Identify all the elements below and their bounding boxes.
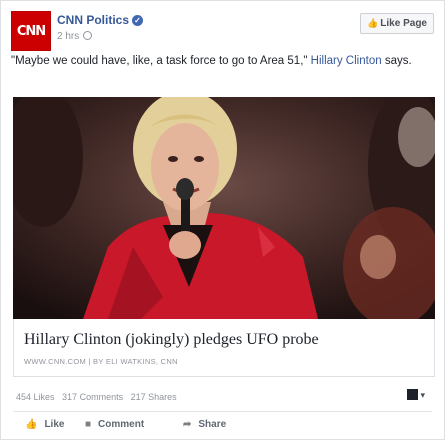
share-button[interactable]: ➦ Share: [183, 419, 226, 430]
mention-link[interactable]: Hillary Clinton: [311, 55, 382, 67]
comment-label: Comment: [98, 419, 145, 430]
post-actions: 👍 Like ■ Comment ➦ Share: [13, 419, 432, 435]
timestamp-label[interactable]: 2 hrs: [57, 31, 79, 42]
photo-illustration: [13, 97, 435, 319]
verified-check-icon: ✓: [132, 15, 144, 26]
post-card: CNN CNN Politics ✓ 2 hrs 👍 Like Page "Mayb…: [0, 0, 445, 440]
comment-icon: ■: [85, 419, 92, 430]
divider: [13, 411, 432, 412]
engagement-stats: 454 Likes 317 Comments 217 Shares: [16, 392, 182, 402]
post-timestamp[interactable]: 2 hrs: [57, 31, 93, 42]
post-quote: "Maybe we could have, like, a task force…: [11, 55, 308, 67]
comment-button[interactable]: ■ Comment: [85, 419, 144, 430]
globe-icon: [83, 31, 93, 40]
reaction-selector[interactable]: ▾: [407, 389, 429, 403]
shares-count[interactable]: 217 Shares: [131, 392, 177, 402]
share-label: Share: [198, 419, 227, 430]
link-preview-image[interactable]: [13, 97, 435, 319]
post-header: CNN CNN Politics ✓ 2 hrs 👍 Like Page: [11, 9, 434, 51]
like-button[interactable]: 👍 Like: [25, 419, 64, 430]
thumbs-up-icon: 👍: [367, 18, 379, 28]
cnn-logo[interactable]: CNN: [11, 11, 51, 51]
page-name[interactable]: CNN Politics ✓: [57, 13, 144, 27]
likes-count[interactable]: 454 Likes: [16, 392, 55, 402]
chevron-down-icon: ▾: [420, 390, 426, 400]
link-preview-source: WWW.CNN.COM | BY ELI WATKINS, CNN: [24, 357, 178, 366]
like-page-button[interactable]: 👍 Like Page: [360, 13, 434, 34]
share-arrow-icon: ➦: [183, 419, 192, 430]
like-page-label: Like Page: [380, 18, 427, 29]
profile-avatar-icon: [407, 389, 418, 400]
page-name-label[interactable]: CNN Politics: [57, 13, 129, 27]
like-label: Like: [44, 419, 65, 430]
link-preview-title[interactable]: Hillary Clinton (jokingly) pledges UFO p…: [24, 331, 319, 349]
comments-count[interactable]: 317 Comments: [62, 392, 123, 402]
post-text: "Maybe we could have, like, a task force…: [11, 54, 436, 69]
post-suffix: says.: [384, 55, 412, 67]
thumbs-up-icon: 👍: [25, 419, 38, 430]
